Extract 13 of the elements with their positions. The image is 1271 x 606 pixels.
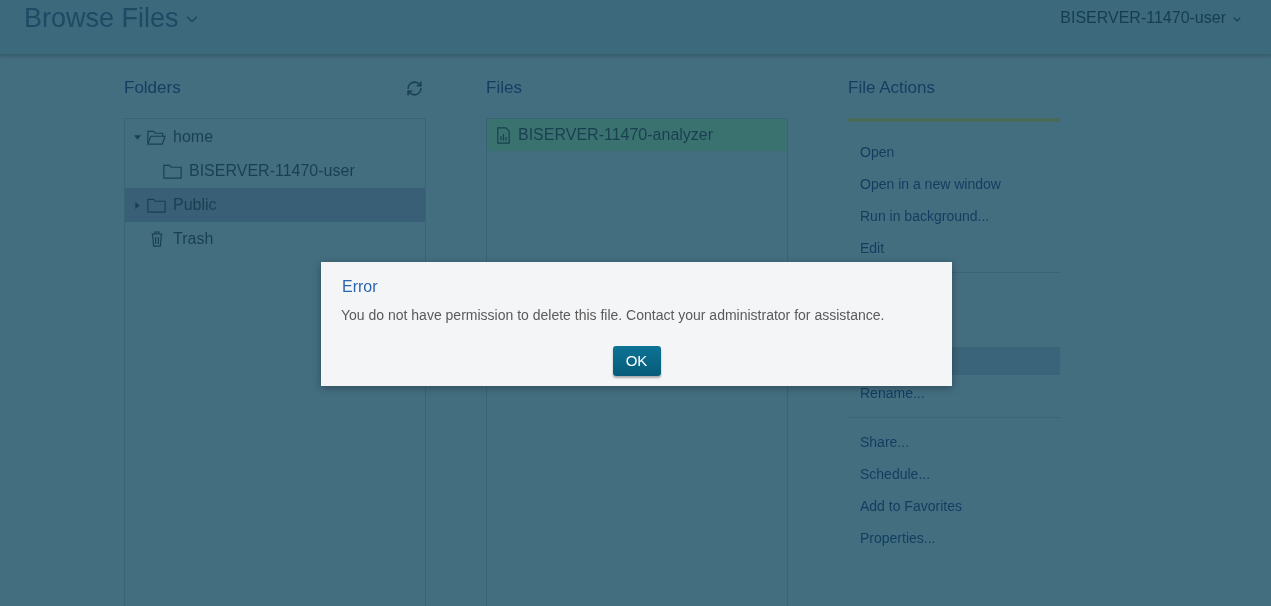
dialog-message: You do not have permission to delete this file. Contact your administrator for assistance. xyxy=(341,306,885,325)
folder-icon xyxy=(147,197,166,213)
dialog-title: Error xyxy=(341,277,378,297)
chevron-down-icon xyxy=(185,16,198,23)
ok-button[interactable]: OK xyxy=(612,346,661,376)
refresh-icon[interactable] xyxy=(406,79,423,97)
trash-icon xyxy=(150,231,163,247)
open-folder-icon xyxy=(147,129,166,145)
folder-icon xyxy=(163,163,182,179)
caret-right-icon[interactable] xyxy=(134,201,141,209)
report-file-icon xyxy=(497,126,510,144)
chevron-down-icon xyxy=(1233,16,1241,22)
caret-down-icon[interactable] xyxy=(134,133,141,141)
